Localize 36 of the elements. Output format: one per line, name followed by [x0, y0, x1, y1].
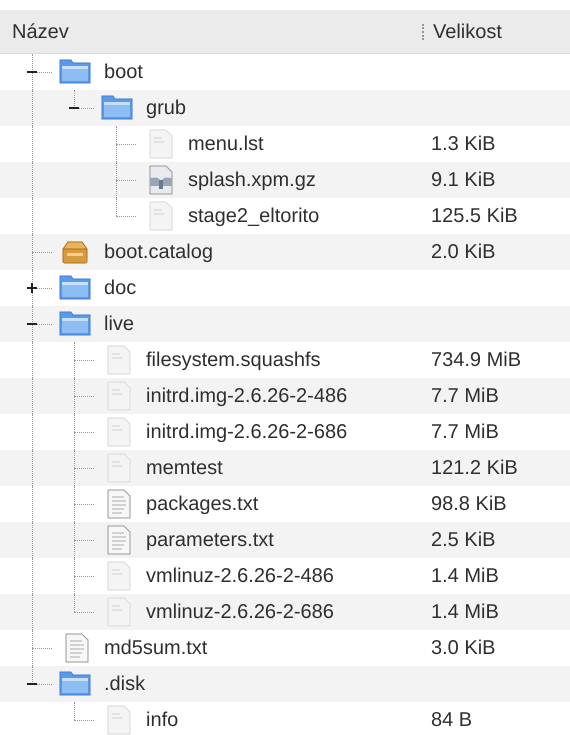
- file-name[interactable]: stage2_eltorito: [188, 201, 320, 231]
- expand-icon[interactable]: [26, 282, 38, 294]
- file-size: 121.2 KiB: [431, 456, 518, 481]
- file-size: 2.0 KiB: [431, 240, 496, 265]
- file-name[interactable]: initrd.img-2.6.26-2-686: [146, 417, 348, 447]
- file-name[interactable]: info: [146, 705, 178, 735]
- file-size: 2.5 KiB: [431, 528, 496, 553]
- column-header[interactable]: Velikost: [433, 16, 502, 46]
- file-name[interactable]: live: [104, 309, 134, 339]
- file-name[interactable]: splash.xpm.gz: [188, 165, 316, 195]
- file-size: 84 B: [431, 708, 472, 733]
- file-size: 7.7 MiB: [431, 384, 499, 409]
- file-name[interactable]: vmlinuz-2.6.26-2-686: [146, 597, 334, 627]
- file-name[interactable]: vmlinuz-2.6.26-2-486: [146, 561, 334, 591]
- file-size: 9.1 KiB: [431, 168, 496, 193]
- file-size: 1.4 MiB: [431, 600, 499, 625]
- file-name[interactable]: parameters.txt: [146, 525, 274, 555]
- file-name[interactable]: doc: [104, 273, 136, 303]
- file-name[interactable]: memtest: [146, 453, 223, 483]
- file-name[interactable]: boot: [104, 57, 143, 87]
- file-name[interactable]: md5sum.txt: [104, 633, 208, 663]
- file-size: 125.5 KiB: [431, 204, 518, 229]
- file-name[interactable]: grub: [146, 93, 186, 123]
- file-size: 3.0 KiB: [431, 636, 496, 661]
- file-name[interactable]: packages.txt: [146, 489, 258, 519]
- file-name[interactable]: initrd.img-2.6.26-2-486: [146, 381, 348, 411]
- file-size: 7.7 MiB: [431, 420, 499, 445]
- file-size: 734.9 MiB: [431, 348, 522, 373]
- file-name[interactable]: boot.catalog: [104, 237, 213, 267]
- file-size: 1.3 KiB: [431, 132, 496, 157]
- file-size: 98.8 KiB: [431, 492, 507, 517]
- file-name[interactable]: menu.lst: [188, 129, 264, 159]
- column-header[interactable]: Název: [0, 16, 422, 46]
- file-name[interactable]: .disk: [104, 669, 146, 699]
- file-size: 1.4 MiB: [431, 564, 499, 589]
- file-name[interactable]: filesystem.squashfs: [146, 345, 321, 375]
